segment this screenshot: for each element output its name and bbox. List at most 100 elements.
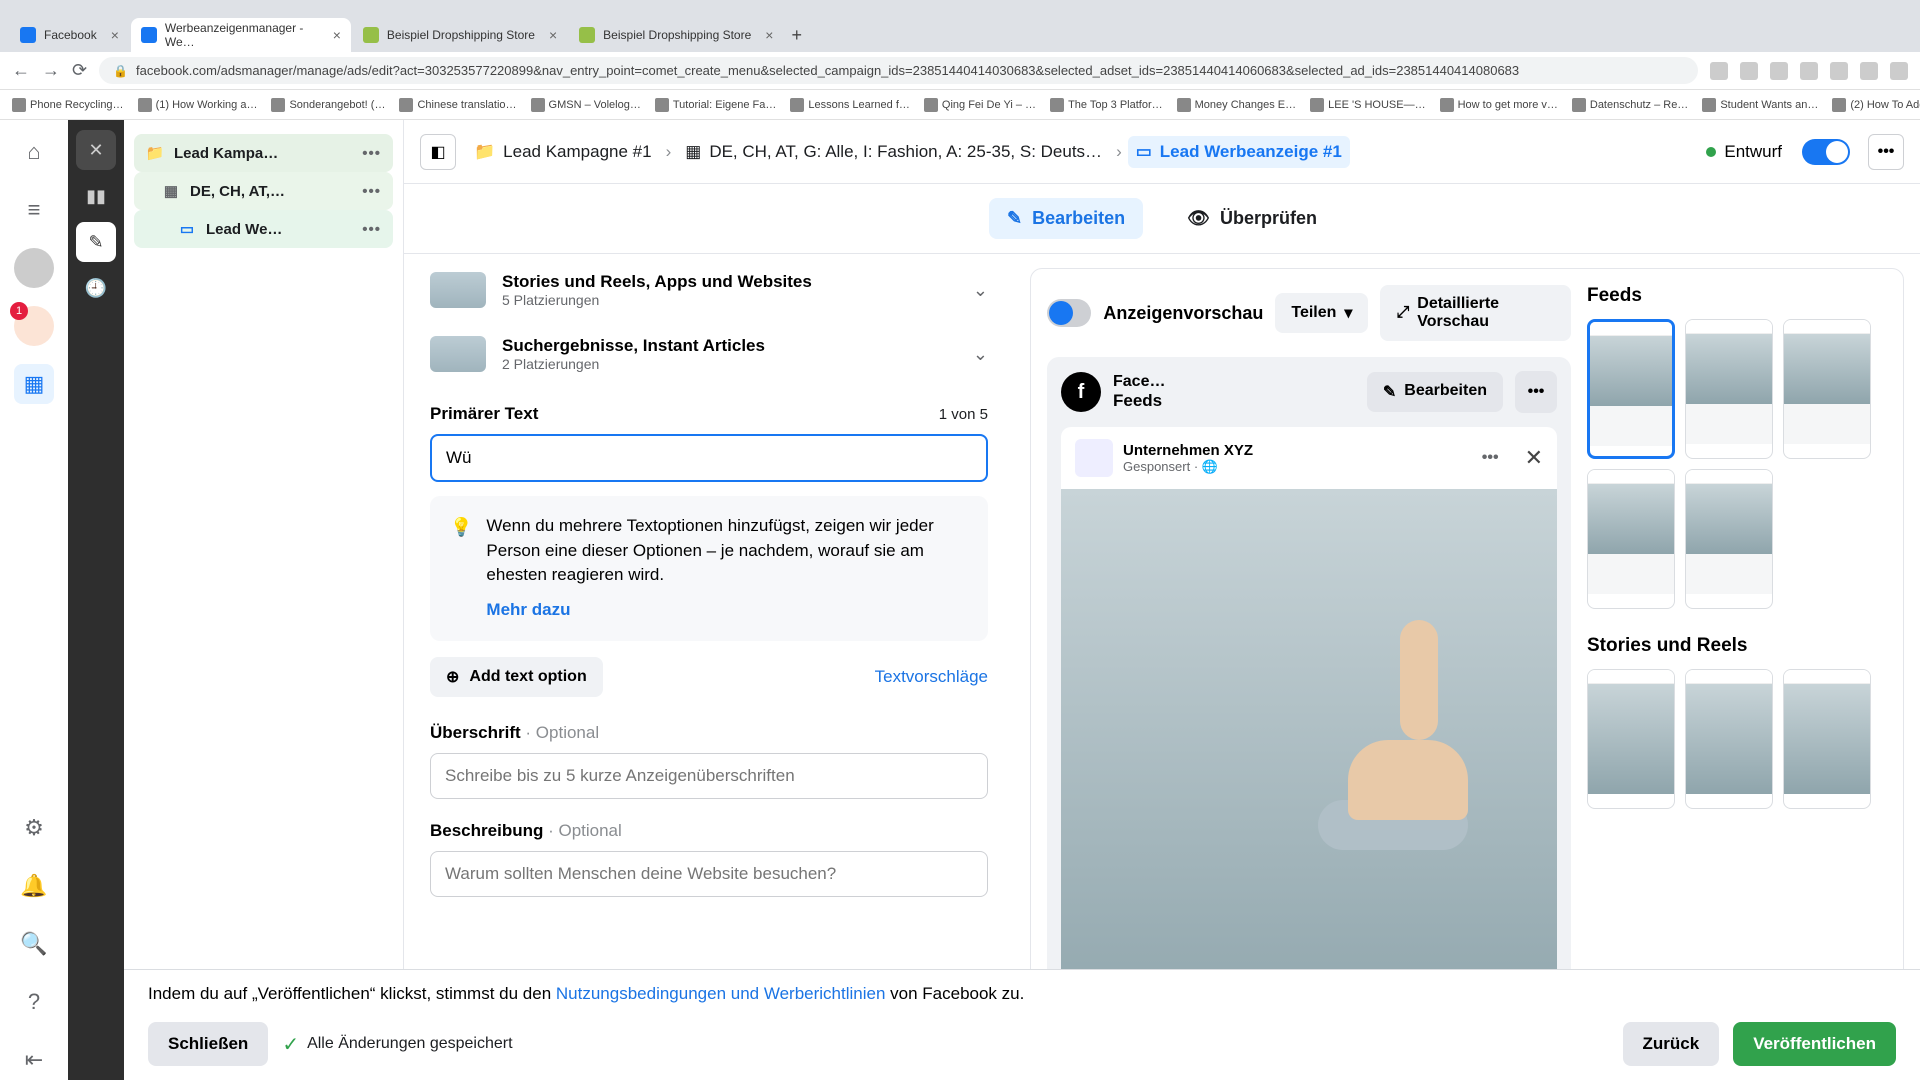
text-suggestions-link[interactable]: Textvorschläge — [875, 667, 988, 687]
browser-tab[interactable]: Werbeanzeigenmanager - We…× — [131, 18, 351, 52]
browser-tab[interactable]: Beispiel Dropshipping Store× — [353, 18, 567, 52]
bell-icon[interactable]: 🔔 — [14, 866, 54, 906]
menu-icon[interactable]: ≡ — [14, 190, 54, 230]
preview-variants: Feeds Stories und Reels — [1587, 285, 1887, 1049]
bookmark[interactable]: Student Wants an… — [1702, 98, 1818, 112]
close-icon[interactable]: ✕ — [1525, 445, 1543, 471]
gear-icon[interactable]: ⚙ — [14, 808, 54, 848]
grid-icon[interactable]: ▦ — [14, 364, 54, 404]
bookmark[interactable]: GMSN – Volelog… — [531, 98, 641, 112]
bookmark[interactable]: How to get more v… — [1440, 98, 1558, 112]
home-icon[interactable]: ⌂ — [14, 132, 54, 172]
bookmark[interactable]: Datenschutz – Re… — [1572, 98, 1688, 112]
lightbulb-icon: 💡 — [450, 514, 472, 623]
tree-ad[interactable]: ▭ Lead We… ••• — [134, 210, 393, 248]
tree-label: Lead We… — [206, 221, 282, 238]
variant-thumb[interactable] — [1587, 319, 1675, 459]
variant-thumb[interactable] — [1685, 319, 1773, 459]
placement-count: 5 Platzierungen — [502, 292, 812, 308]
close-icon[interactable]: ✕ — [76, 130, 116, 170]
collapse-icon[interactable]: ⇤ — [14, 1040, 54, 1080]
variant-thumb[interactable] — [1783, 669, 1871, 809]
preview-placement: Feeds — [1113, 391, 1165, 411]
optional-label: · Optional — [543, 821, 621, 841]
bookmark[interactable]: Tutorial: Eigene Fa… — [655, 98, 777, 112]
ad-toggle[interactable] — [1802, 139, 1850, 165]
description-input[interactable] — [430, 851, 988, 897]
placement-group[interactable]: Suchergebnisse, Instant Articles 2 Platz… — [430, 322, 988, 386]
history-icon[interactable]: 🕘 — [76, 268, 116, 308]
share-button[interactable]: Teilen ▾ — [1275, 293, 1368, 333]
search-icon[interactable]: 🔍 — [14, 924, 54, 964]
back-button[interactable]: Zurück — [1623, 1022, 1720, 1066]
bookmark[interactable]: The Top 3 Platfor… — [1050, 98, 1163, 112]
bookmark[interactable]: Qing Fei De Yi – … — [924, 98, 1036, 112]
primary-text-input[interactable] — [430, 434, 988, 482]
edit-icon[interactable]: ✎ — [76, 222, 116, 262]
chevron-right-icon: › — [666, 142, 672, 162]
bookmark[interactable]: Sonderangebot! (… — [271, 98, 385, 112]
more-icon[interactable]: ••• — [1515, 371, 1557, 413]
preview-edit-button[interactable]: ✎Bearbeiten — [1367, 372, 1503, 412]
expand-icon: ⤢ — [1396, 304, 1409, 322]
close-icon[interactable]: × — [111, 27, 119, 43]
publish-button[interactable]: Veröffentlichen — [1733, 1022, 1896, 1066]
tree-label: Lead Kampa… — [174, 145, 278, 162]
help-icon[interactable]: ? — [14, 982, 54, 1022]
bookmark[interactable]: (1) How Working a… — [138, 98, 258, 112]
panel-toggle-button[interactable]: ◧ — [420, 134, 456, 170]
tab-review[interactable]: 👁Überprüfen — [1169, 198, 1335, 239]
bookmark[interactable]: Lessons Learned f… — [790, 98, 910, 112]
crumb-adset[interactable]: ▦ DE, CH, AT, G: Alle, I: Fashion, A: 25… — [677, 136, 1110, 168]
variant-thumb[interactable] — [1685, 469, 1773, 609]
close-button[interactable]: Schließen — [148, 1022, 268, 1066]
reload-icon[interactable]: ⟳ — [72, 60, 87, 81]
bookmark[interactable]: Phone Recycling… — [12, 98, 124, 112]
forward-icon[interactable]: → — [42, 60, 60, 81]
headline-input[interactable] — [430, 753, 988, 799]
footer-bar: Indem du auf „Veröffentlichen“ klickst, … — [124, 969, 1920, 1080]
tab-edit[interactable]: ✎Bearbeiten — [989, 198, 1143, 239]
crumb-ad[interactable]: ▭ Lead Werbeanzeige #1 — [1128, 136, 1350, 168]
more-icon[interactable]: ••• — [362, 183, 381, 200]
chevron-down-icon[interactable]: ⌄ — [973, 344, 988, 365]
variant-thumb[interactable] — [1587, 469, 1675, 609]
more-icon[interactable]: ••• — [1482, 449, 1499, 467]
variant-thumb[interactable] — [1587, 669, 1675, 809]
preview-toggle[interactable] — [1047, 299, 1091, 327]
bookmark[interactable]: Money Changes E… — [1177, 98, 1297, 112]
learn-more-link[interactable]: Mehr dazu — [486, 598, 570, 623]
preview-network: Face… — [1113, 373, 1165, 391]
crumb-campaign[interactable]: 📁 Lead Kampagne #1 — [466, 136, 660, 168]
new-tab-button[interactable]: + — [785, 19, 808, 52]
browser-tab[interactable]: Facebook× — [10, 18, 129, 52]
bookmark[interactable]: Chinese translatio… — [399, 98, 516, 112]
close-icon[interactable]: × — [765, 27, 773, 43]
chart-icon[interactable]: ▮▮ — [76, 176, 116, 216]
terms-link[interactable]: Nutzungsbedingungen und Werberichtlinien — [556, 984, 886, 1003]
pencil-icon: ✎ — [1007, 208, 1022, 229]
tree-campaign[interactable]: 📁 Lead Kampa… ••• — [134, 134, 393, 172]
chevron-down-icon[interactable]: ⌄ — [973, 280, 988, 301]
more-icon[interactable]: ••• — [362, 145, 381, 162]
close-icon[interactable]: × — [549, 27, 557, 43]
close-icon[interactable]: × — [333, 27, 341, 43]
bookmark[interactable]: LEE 'S HOUSE—… — [1310, 98, 1425, 112]
back-icon[interactable]: ← — [12, 60, 30, 81]
notification-badge[interactable]: 1 — [14, 306, 54, 346]
browser-tab[interactable]: Beispiel Dropshipping Store× — [569, 18, 783, 52]
avatar[interactable] — [14, 248, 54, 288]
add-text-option-button[interactable]: ⊕Add text option — [430, 657, 603, 697]
variant-thumb[interactable] — [1783, 319, 1871, 459]
url-input[interactable]: 🔒facebook.com/adsmanager/manage/ads/edit… — [99, 57, 1698, 84]
variant-thumb[interactable] — [1685, 669, 1773, 809]
tree-adset[interactable]: ▦ DE, CH, AT,… ••• — [134, 172, 393, 210]
variants-title: Feeds — [1587, 285, 1887, 307]
placement-group[interactable]: Stories und Reels, Apps und Websites 5 P… — [430, 258, 988, 322]
detailed-preview-button[interactable]: ⤢Detaillierte Vorschau — [1380, 285, 1571, 341]
check-icon: ✓ — [282, 1032, 299, 1057]
placement-thumb — [430, 336, 486, 372]
bookmark[interactable]: (2) How To Add A… — [1832, 98, 1920, 112]
more-icon[interactable]: ••• — [1868, 134, 1904, 170]
more-icon[interactable]: ••• — [362, 221, 381, 238]
